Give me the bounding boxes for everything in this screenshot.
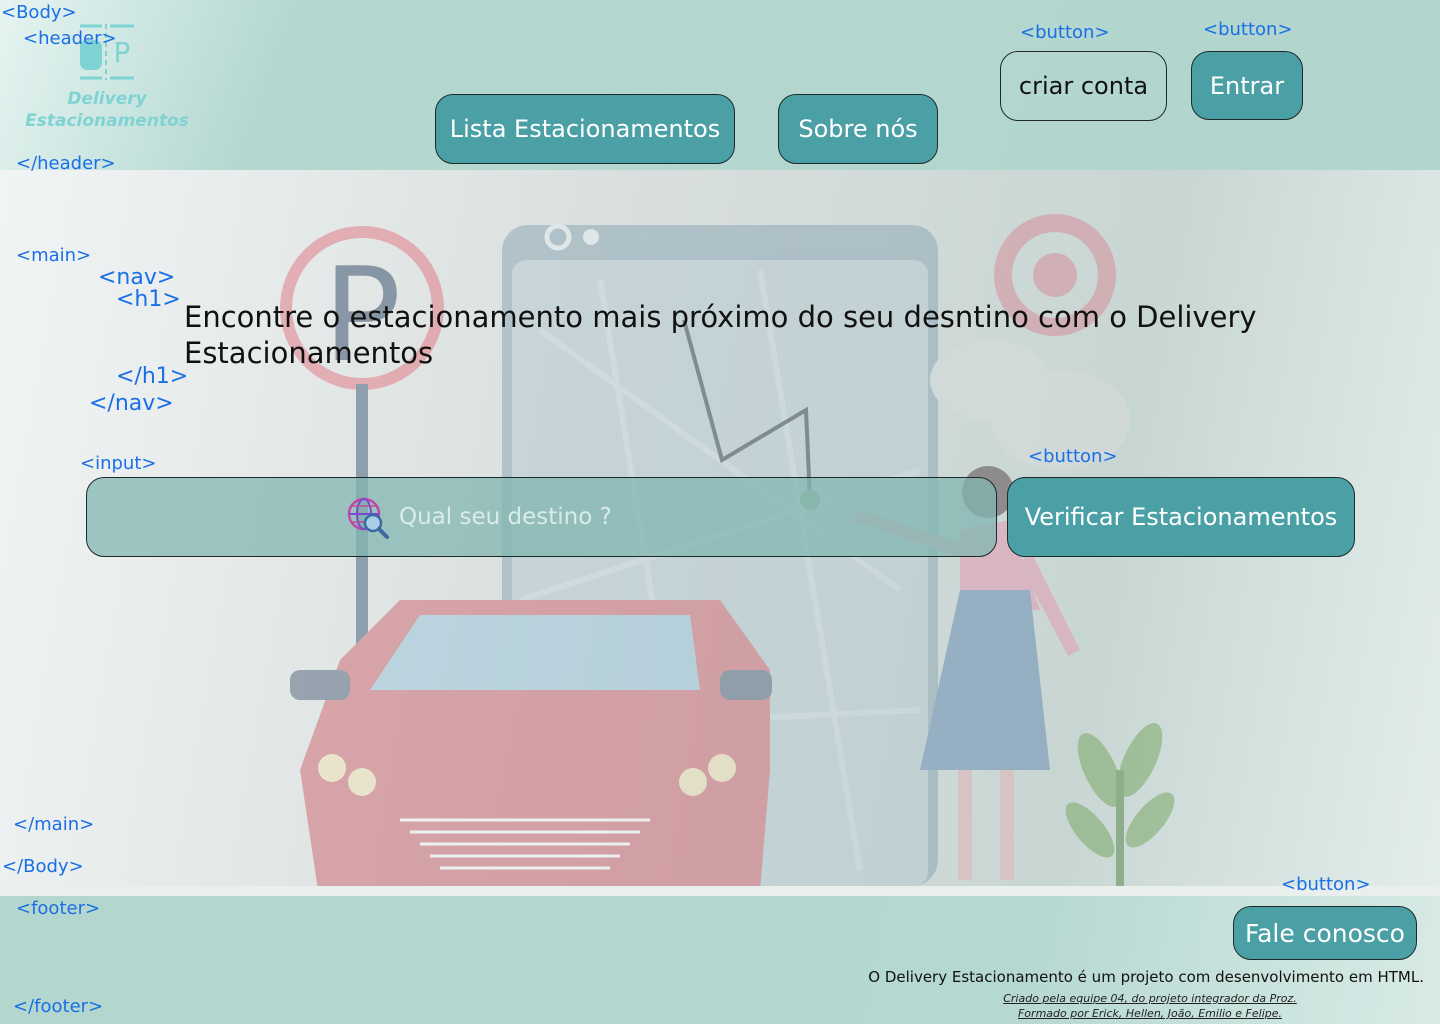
tag-footer-open: <footer>: [16, 898, 101, 919]
tag-nav-close: </nav>: [89, 391, 174, 416]
logo-text-line1: Delivery: [67, 89, 147, 109]
tag-main-close: </main>: [13, 814, 95, 835]
main-divider: [0, 886, 1440, 896]
tag-header-open: <header>: [23, 28, 117, 49]
tag-footer-close: </footer>: [13, 996, 104, 1017]
tag-button-verificar: <button>: [1028, 446, 1118, 467]
footer-about-text: O Delivery Estacionamento é um projeto c…: [868, 968, 1424, 986]
footer-credit-line2: Formado por Erick, Hellen, João, Emilio …: [1017, 1007, 1283, 1020]
criar-conta-button[interactable]: criar conta: [1000, 51, 1167, 121]
nav-lista-estacionamentos-button[interactable]: Lista Estacionamentos: [435, 94, 735, 164]
entrar-button[interactable]: Entrar: [1191, 51, 1303, 120]
tag-nav-open: <nav>: [98, 265, 176, 290]
logo-text-line2: Estacionamentos: [25, 111, 189, 131]
tag-body-open: <Body>: [1, 2, 77, 23]
verificar-estacionamentos-button[interactable]: Verificar Estacionamentos: [1007, 477, 1355, 557]
tag-header-close: </header>: [16, 153, 116, 174]
tag-h1-close: </h1>: [116, 364, 189, 389]
tag-main-open: <main>: [16, 245, 92, 266]
page-title: Encontre o estacionamento mais próximo d…: [184, 300, 1257, 370]
tag-button-entrar: <button>: [1203, 19, 1293, 40]
footer-credit-line1: Criado pela equipe 04, do projeto integr…: [1003, 992, 1297, 1005]
tag-h1-open: <h1>: [116, 287, 181, 312]
nav-sobre-nos-button[interactable]: Sobre nós: [778, 94, 938, 164]
tag-input: <input>: [80, 453, 157, 474]
search-placeholder: Qual seu destino ?: [399, 504, 612, 530]
tag-body-close: </Body>: [2, 856, 84, 877]
tag-button-criar: <button>: [1020, 22, 1110, 43]
tag-button-fale: <button>: [1281, 874, 1371, 895]
logo-text: Delivery Estacionamentos: [22, 88, 192, 132]
fale-conosco-button[interactable]: Fale conosco: [1233, 906, 1417, 960]
globe-search-icon: [347, 497, 389, 539]
